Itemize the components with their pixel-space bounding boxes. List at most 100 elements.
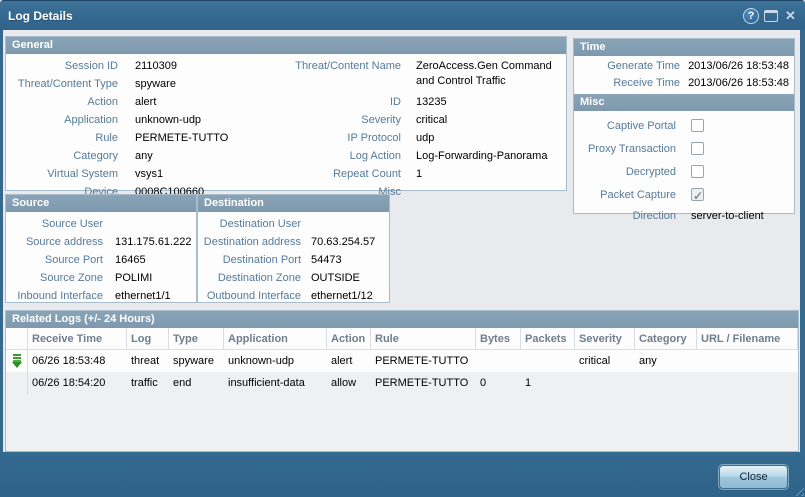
- field-label: Destination Port: [198, 251, 301, 269]
- field-label: Application: [6, 111, 118, 129]
- field-value: critical: [416, 111, 561, 129]
- maximize-icon[interactable]: [764, 10, 778, 22]
- field-value: 54473: [311, 251, 342, 269]
- field-row: Decrypted: [574, 160, 794, 183]
- field-label: Log Action: [236, 147, 401, 165]
- dialog-content: General Session ID2110309 Threat/Content…: [3, 30, 800, 452]
- field-label: ID: [236, 93, 401, 111]
- field-row: Destination Port 54473: [198, 251, 389, 269]
- field-row: Source Zone POLIMI: [6, 269, 196, 287]
- destination-section: Destination Destination User Destination…: [197, 194, 390, 303]
- column-header[interactable]: Category: [635, 328, 697, 349]
- field-value: ethernet1/1: [115, 287, 171, 305]
- table-cell: threat: [127, 350, 169, 372]
- table-row[interactable]: 06/26 18:54:20 traffic end insufficient-…: [6, 372, 798, 394]
- field-row: Direction server-to-client: [574, 206, 794, 226]
- column-header[interactable]: Action: [327, 328, 371, 349]
- column-header[interactable]: Application: [224, 328, 327, 349]
- table-cell: 06/26 18:54:20: [28, 372, 127, 394]
- column-header[interactable]: Bytes: [476, 328, 521, 349]
- field-value: spyware: [135, 75, 176, 93]
- field-row: Severity critical: [236, 111, 564, 129]
- table-cell: traffic: [127, 372, 169, 394]
- source-section: Source Source User Source address131.175…: [5, 194, 197, 303]
- field-value: OUTSIDE: [311, 269, 360, 287]
- table-cell: 0: [476, 372, 521, 394]
- field-label: Source Zone: [6, 269, 103, 287]
- column-header[interactable]: Rule: [371, 328, 476, 349]
- time-fields: Generate Time2013/06/26 18:53:48 Receive…: [574, 56, 794, 94]
- close-icon[interactable]: ✕: [783, 8, 798, 24]
- table-cell: PERMETE-TUTTO: [371, 372, 476, 394]
- column-header[interactable]: Packets: [521, 328, 575, 349]
- source-fields: Source User Source address131.175.61.222…: [6, 212, 196, 305]
- field-row: Destination User: [198, 215, 389, 233]
- table-row[interactable]: 06/26 18:53:48 threat spyware unknown-ud…: [6, 350, 798, 372]
- resize-grip-icon[interactable]: [792, 484, 804, 496]
- column-header[interactable]: Type: [169, 328, 224, 349]
- table-cell-icon: [6, 372, 28, 394]
- field-value: 1: [416, 165, 561, 183]
- misc-section-header: Misc: [574, 94, 794, 111]
- destination-section-header: Destination: [198, 195, 389, 212]
- field-label: Captive Portal: [574, 117, 676, 135]
- related-logs-header: Related Logs (+/- 24 Hours): [6, 311, 798, 328]
- table-cell: [476, 350, 521, 372]
- general-right-column: Threat/Content Name ZeroAccess.Gen Comman…: [236, 57, 564, 201]
- titlebar: Log Details ? ✕: [0, 0, 805, 30]
- field-value: 13235: [416, 93, 561, 111]
- decrypted-checkbox[interactable]: [691, 165, 704, 178]
- field-label: Severity: [236, 111, 401, 129]
- dialog-footer: Close: [0, 452, 805, 497]
- related-logs-section: Related Logs (+/- 24 Hours) Receive Time…: [5, 310, 799, 452]
- proxy-transaction-checkbox[interactable]: [691, 142, 704, 155]
- icon-column-header: [6, 328, 28, 349]
- column-header[interactable]: Severity: [575, 328, 635, 349]
- field-value: unknown-udp: [135, 111, 201, 129]
- table-cell: PERMETE-TUTTO: [371, 350, 476, 372]
- field-label: Direction: [574, 206, 676, 226]
- field-row: Inbound Interfaceethernet1/1: [6, 287, 196, 305]
- field-row: ID 13235: [236, 93, 564, 111]
- table-cell: end: [169, 372, 224, 394]
- field-value: 16465: [115, 251, 146, 269]
- field-value: PERMETE-TUTTO: [135, 129, 228, 147]
- field-row: Destination ZoneOUTSIDE: [198, 269, 389, 287]
- table-cell: 1: [521, 372, 575, 394]
- field-value: any: [135, 147, 153, 165]
- field-row: Packet Capture: [574, 183, 794, 206]
- titlebar-icons: ? ✕: [743, 1, 798, 31]
- field-value: [416, 183, 561, 201]
- time-misc-section: Time Generate Time2013/06/26 18:53:48 Re…: [573, 38, 795, 214]
- field-label: Threat/Content Name: [236, 59, 401, 74]
- field-value: 2110309: [135, 57, 177, 75]
- packet-capture-download-icon[interactable]: [11, 354, 23, 369]
- field-row: Source User: [6, 215, 196, 233]
- field-value: server-to-client: [691, 206, 764, 226]
- column-header[interactable]: URL / Filename: [697, 328, 798, 349]
- field-value: POLIMI: [115, 269, 152, 287]
- column-header[interactable]: Receive Time: [28, 328, 127, 349]
- destination-fields: Destination User Destination address70.6…: [198, 212, 389, 305]
- table-header-row: Receive Time Log Type Application Action…: [6, 328, 798, 350]
- close-button[interactable]: Close: [719, 465, 788, 489]
- help-icon[interactable]: ?: [743, 8, 759, 24]
- time-section-header: Time: [574, 39, 794, 56]
- field-row: Repeat Count1: [236, 165, 564, 183]
- field-value: ZeroAccess.Gen Command and Control Traff…: [416, 59, 561, 89]
- field-value: Log-Forwarding-Panorama: [416, 147, 561, 165]
- captive-portal-checkbox[interactable]: [691, 119, 704, 132]
- general-section: General Session ID2110309 Threat/Content…: [5, 36, 567, 191]
- related-logs-table: Receive Time Log Type Application Action…: [6, 328, 798, 394]
- field-label: Action: [6, 93, 118, 111]
- column-header[interactable]: Log: [127, 328, 169, 349]
- field-label: Rule: [6, 129, 118, 147]
- field-label: Proxy Transaction: [574, 140, 676, 158]
- packet-capture-checkbox[interactable]: [691, 188, 704, 201]
- table-cell-icon: [6, 350, 28, 372]
- field-label: Destination User: [198, 215, 301, 233]
- field-label: Decrypted: [574, 163, 676, 181]
- field-label: Source address: [6, 233, 103, 251]
- field-label: Outbound Interface: [198, 287, 301, 305]
- field-value: vsys1: [135, 165, 163, 183]
